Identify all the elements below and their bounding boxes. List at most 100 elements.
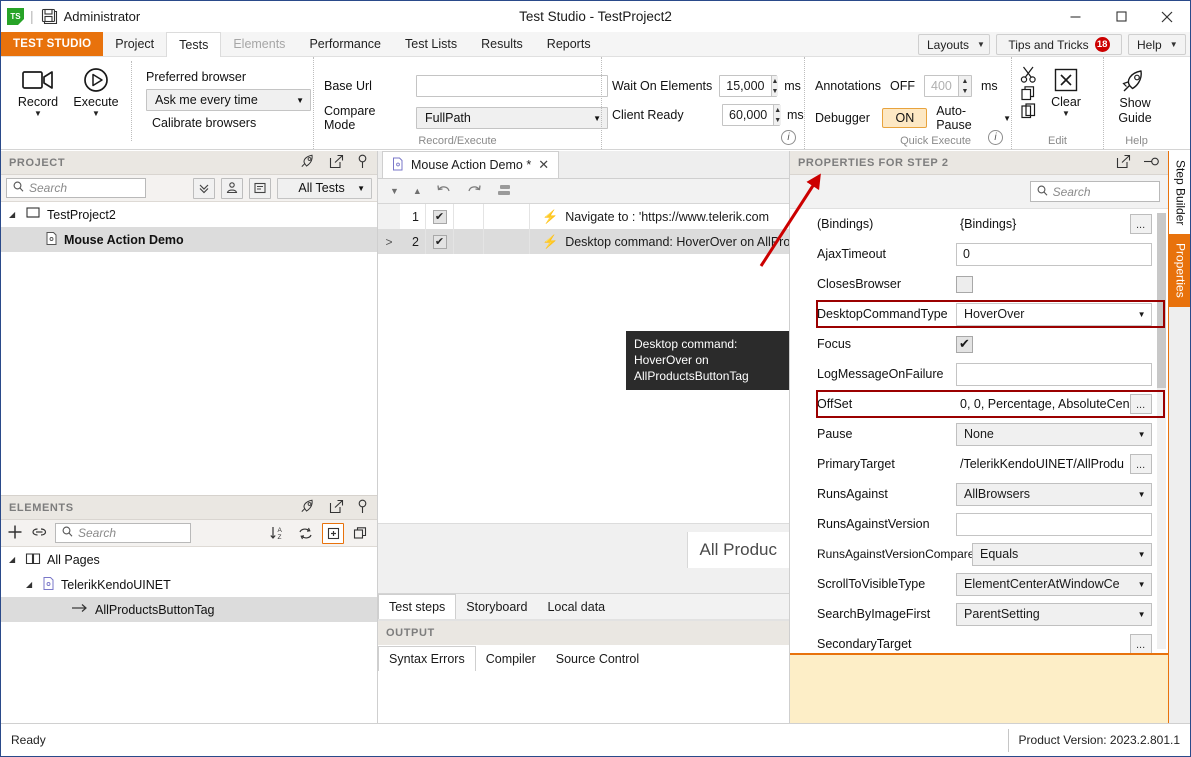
- property-checkbox-checked[interactable]: ✔: [956, 335, 973, 353]
- tree-item-all-pages[interactable]: ◢ All Pages: [1, 547, 377, 572]
- property-value-input[interactable]: [956, 362, 1152, 386]
- property-value[interactable]: /TelerikKendoUINET/AllProdu ...: [956, 454, 1168, 474]
- pin-icon[interactable]: [356, 154, 369, 172]
- duplicate-icon[interactable]: [350, 523, 372, 544]
- property-value-select[interactable]: Equals ▼: [972, 542, 1152, 566]
- property-value-select[interactable]: ElementCenterAtWindowCe ▼: [956, 572, 1152, 596]
- brand-tab[interactable]: TEST STUDIO: [1, 32, 104, 56]
- tab-tests[interactable]: Tests: [166, 32, 222, 57]
- calibrate-browsers-link[interactable]: Calibrate browsers: [146, 116, 311, 130]
- property-row-pause[interactable]: Pause None ▼: [796, 419, 1168, 449]
- document-tab-mouse-action-demo[interactable]: Mouse Action Demo * ✕: [382, 151, 560, 178]
- properties-list[interactable]: (Bindings) {Bindings} ... AjaxTimeout 0: [790, 209, 1168, 653]
- property-value[interactable]: 0, 0, Percentage, AbsoluteCen ...: [956, 394, 1168, 414]
- tab-results[interactable]: Results: [469, 32, 535, 56]
- base-url-input[interactable]: [416, 75, 608, 97]
- property-row-ajaxtimeout[interactable]: AjaxTimeout 0: [796, 239, 1168, 269]
- sidetab-step-builder[interactable]: Step Builder: [1168, 151, 1190, 235]
- property-value[interactable]: ✔: [956, 335, 1168, 353]
- help-button[interactable]: Help ▼: [1128, 34, 1186, 55]
- tips-and-tricks-button[interactable]: Tips and Tricks 18: [996, 34, 1122, 55]
- project-filter-select[interactable]: All Tests ▼: [277, 177, 372, 199]
- property-value[interactable]: Equals ▼: [972, 542, 1168, 566]
- tab-storyboard[interactable]: Storyboard: [456, 594, 537, 619]
- stepper-arrows[interactable]: ▲ ▼: [773, 105, 782, 125]
- property-ellipsis-button[interactable]: ...: [1129, 454, 1152, 474]
- property-value[interactable]: {Bindings} ...: [956, 214, 1168, 234]
- chevron-down-icon[interactable]: ▼: [1003, 114, 1011, 123]
- property-value[interactable]: None ▼: [956, 422, 1168, 446]
- property-value[interactable]: ElementCenterAtWindowCe ▼: [956, 572, 1168, 596]
- rocket-icon[interactable]: [300, 498, 317, 517]
- stepper-arrows[interactable]: ▲ ▼: [770, 76, 779, 96]
- tab-reports[interactable]: Reports: [535, 32, 603, 56]
- rocket-icon[interactable]: [300, 153, 317, 172]
- info-icon[interactable]: i: [988, 130, 1003, 145]
- property-value[interactable]: [956, 275, 1168, 293]
- add-element-icon[interactable]: [6, 523, 24, 544]
- property-value[interactable]: [956, 512, 1168, 536]
- property-value[interactable]: AllBrowsers ▼: [956, 482, 1168, 506]
- popout-icon[interactable]: [329, 154, 344, 172]
- close-icon[interactable]: [1144, 1, 1190, 32]
- debugger-toggle[interactable]: ON: [882, 108, 928, 128]
- details-view-icon[interactable]: [249, 177, 271, 199]
- project-tree[interactable]: ◢ TestProject2 Mouse Action Demo: [1, 202, 377, 495]
- property-ellipsis-button[interactable]: ...: [1129, 214, 1152, 234]
- step-enabled-checkbox[interactable]: ✔: [426, 204, 454, 229]
- scrollbar-thumb[interactable]: [1156, 213, 1166, 388]
- undo-icon[interactable]: [436, 183, 452, 200]
- property-row-runsagainstversioncompare[interactable]: RunsAgainstVersionCompare Equals ▼: [796, 539, 1168, 569]
- property-row-scrolltovisibletype[interactable]: ScrollToVisibleType ElementCenterAtWindo…: [796, 569, 1168, 599]
- tab-project[interactable]: Project: [103, 32, 166, 56]
- property-row-runsagainst[interactable]: RunsAgainst AllBrowsers ▼: [796, 479, 1168, 509]
- refresh-icon[interactable]: [294, 523, 316, 544]
- move-up-icon[interactable]: ▲: [413, 186, 422, 196]
- info-icon[interactable]: i: [781, 130, 796, 145]
- property-value-select[interactable]: AllBrowsers ▼: [956, 482, 1152, 506]
- property-ellipsis-button[interactable]: ...: [1129, 394, 1152, 414]
- tab-source-control[interactable]: Source Control: [546, 646, 649, 671]
- tab-test-steps[interactable]: Test steps: [378, 594, 457, 619]
- tab-performance[interactable]: Performance: [297, 32, 393, 56]
- elements-tree[interactable]: ◢ All Pages ◢ TelerikKendoUINET AllProdu…: [1, 547, 377, 723]
- property-value[interactable]: [956, 362, 1168, 386]
- property-row-closesbrowser[interactable]: ClosesBrowser: [796, 269, 1168, 299]
- property-row-secondarytarget[interactable]: SecondaryTarget ...: [796, 629, 1168, 653]
- table-row[interactable]: 1 ✔ ⚡ Navigate to : 'https://www.telerik…: [378, 204, 789, 229]
- property-row-desktopcommandtype[interactable]: DesktopCommandType HoverOver ▼: [796, 299, 1168, 329]
- property-value-select[interactable]: ParentSetting ▼: [956, 602, 1152, 626]
- property-value-input[interactable]: [956, 512, 1152, 536]
- popout-icon[interactable]: [1116, 154, 1131, 172]
- property-ellipsis-button[interactable]: ...: [1129, 634, 1152, 653]
- property-value[interactable]: 0: [956, 242, 1168, 266]
- preferred-browser-select[interactable]: Ask me every time ▼: [146, 89, 311, 111]
- link-icon[interactable]: [30, 524, 49, 543]
- group-by-owner-icon[interactable]: [221, 177, 243, 199]
- property-value-input[interactable]: 0: [956, 242, 1152, 266]
- tab-compiler[interactable]: Compiler: [476, 646, 546, 671]
- elements-search-input[interactable]: Search: [55, 523, 191, 543]
- group-steps-icon[interactable]: [496, 183, 513, 200]
- property-row-bindings[interactable]: (Bindings) {Bindings} ...: [796, 209, 1168, 239]
- property-value-select[interactable]: None ▼: [956, 422, 1152, 446]
- step-enabled-checkbox[interactable]: ✔: [426, 229, 454, 254]
- property-row-runsagainstversion[interactable]: RunsAgainstVersion: [796, 509, 1168, 539]
- collapse-all-icon[interactable]: [193, 177, 215, 199]
- tree-item-telerikkendouinet[interactable]: ◢ TelerikKendoUINET: [1, 572, 377, 597]
- clear-button[interactable]: Clear ▼: [1040, 61, 1092, 118]
- save-icon[interactable]: [40, 7, 58, 25]
- unpin-icon[interactable]: [1143, 155, 1160, 171]
- maximize-icon[interactable]: [1098, 1, 1144, 32]
- property-value[interactable]: HoverOver ▼: [956, 302, 1168, 326]
- auto-pause-label[interactable]: Auto-Pause: [936, 104, 994, 132]
- move-down-icon[interactable]: ▼: [390, 186, 399, 196]
- compare-mode-select[interactable]: FullPath ▼: [416, 107, 608, 129]
- tree-item-mouse-action-demo[interactable]: Mouse Action Demo: [1, 227, 377, 252]
- sort-az-icon[interactable]: AZ: [266, 523, 288, 544]
- property-checkbox-unchecked[interactable]: [956, 275, 973, 293]
- client-ready-stepper[interactable]: 60,000 ▲ ▼: [722, 104, 782, 126]
- pin-icon[interactable]: [356, 499, 369, 517]
- property-row-searchbyimagefirst[interactable]: SearchByImageFirst ParentSetting ▼: [796, 599, 1168, 629]
- tab-syntax-errors[interactable]: Syntax Errors: [378, 646, 476, 671]
